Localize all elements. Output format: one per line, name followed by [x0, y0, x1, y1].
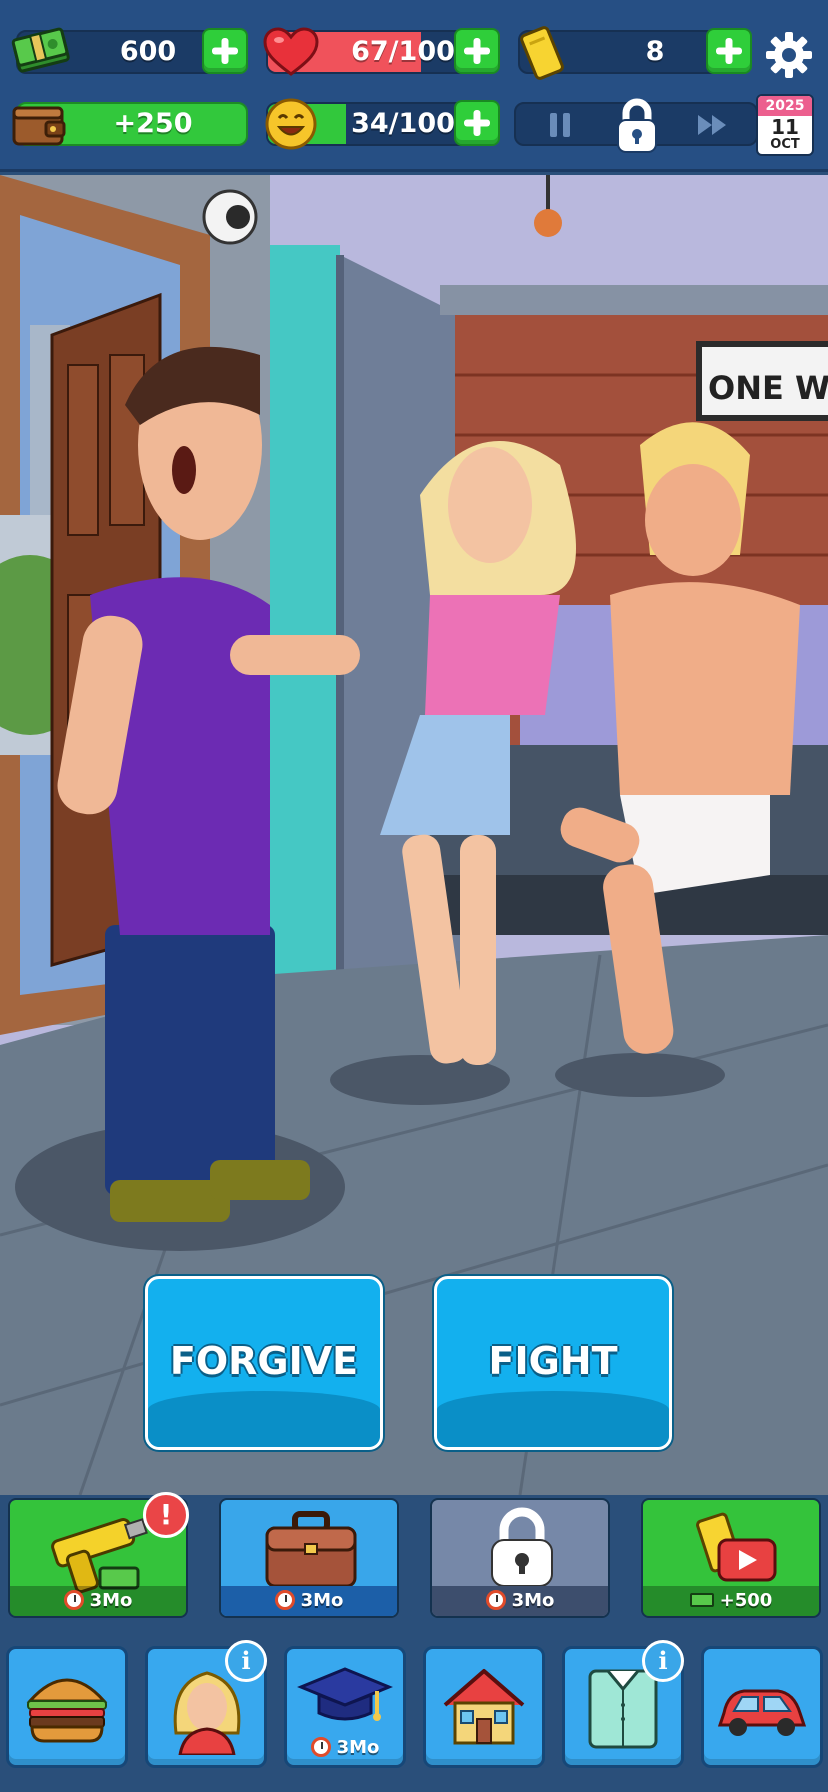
action-video-reward-label: +500: [643, 1588, 819, 1614]
briefcase-icon: [265, 1511, 357, 1588]
wallet-icon: [12, 106, 66, 146]
action-work-gun-label: 3Mo: [10, 1588, 186, 1614]
smiley-icon: [265, 98, 317, 150]
ticket-icon: [520, 26, 564, 80]
pause-icon[interactable]: [550, 113, 572, 137]
car-icon: [717, 1689, 807, 1736]
house-icon: [443, 1669, 525, 1745]
fight-button[interactable]: FIGHT: [434, 1276, 672, 1450]
forgive-button[interactable]: FORGIVE: [145, 1276, 383, 1450]
add-tickets-button[interactable]: [706, 28, 752, 74]
calendar-day: 11: [771, 115, 799, 139]
apartment-background: [0, 175, 828, 1495]
game-scene: ONE WA: [0, 175, 828, 1495]
wall-sign: ONE WA: [708, 369, 828, 407]
heart-icon: [263, 27, 319, 76]
add-happiness-button[interactable]: [454, 100, 500, 146]
education-timer: 3Mo: [287, 1735, 403, 1761]
glue-gun-icon: [51, 1518, 148, 1594]
fight-button-shade: [437, 1391, 669, 1447]
alert-badge-icon: !: [143, 1492, 189, 1538]
calendar-year: 2025: [758, 96, 812, 116]
nav-food[interactable]: [6, 1646, 128, 1768]
relationship-info-icon[interactable]: i: [225, 1640, 267, 1682]
nav-education[interactable]: 3Mo: [284, 1646, 406, 1768]
settings-gear-icon[interactable]: [764, 30, 814, 80]
action-locked-label: 3Mo: [432, 1588, 608, 1614]
alarm-clock-icon: [485, 1590, 506, 1610]
cash-stack-icon: [11, 27, 70, 73]
action-video-reward[interactable]: +500: [641, 1498, 821, 1618]
padlock-icon: [491, 1507, 553, 1587]
alarm-clock-icon: [310, 1737, 331, 1757]
wallet-income-value: +250: [113, 108, 193, 139]
forgive-button-label: FORGIVE: [169, 1339, 359, 1383]
fast-forward-icon[interactable]: [696, 113, 730, 137]
calendar-month: OCT: [770, 137, 800, 152]
action-business[interactable]: 3Mo: [219, 1498, 399, 1618]
action-business-label: 3Mo: [221, 1588, 397, 1614]
top-hud: 600 67/100 8 +250 34/100 2025 11 OCT: [0, 0, 828, 172]
alarm-clock-icon: [274, 1590, 295, 1610]
calendar: 2025 11 OCT: [756, 94, 814, 156]
forgive-button-shade: [148, 1391, 380, 1447]
graduation-cap-icon: [297, 1667, 393, 1721]
add-health-button[interactable]: [454, 28, 500, 74]
fight-button-label: FIGHT: [488, 1339, 618, 1383]
alarm-clock-icon: [63, 1590, 84, 1610]
add-cash-button[interactable]: [202, 28, 248, 74]
ticket-video-icon: [696, 1512, 777, 1582]
clothing-info-icon[interactable]: i: [642, 1640, 684, 1682]
nav-vehicle[interactable]: [701, 1646, 823, 1768]
burger-icon: [26, 1678, 108, 1743]
nav-housing[interactable]: [423, 1646, 545, 1768]
action-locked[interactable]: 3Mo: [430, 1498, 610, 1618]
cash-stack-icon: [689, 1593, 714, 1607]
padlock-icon: [617, 98, 657, 153]
